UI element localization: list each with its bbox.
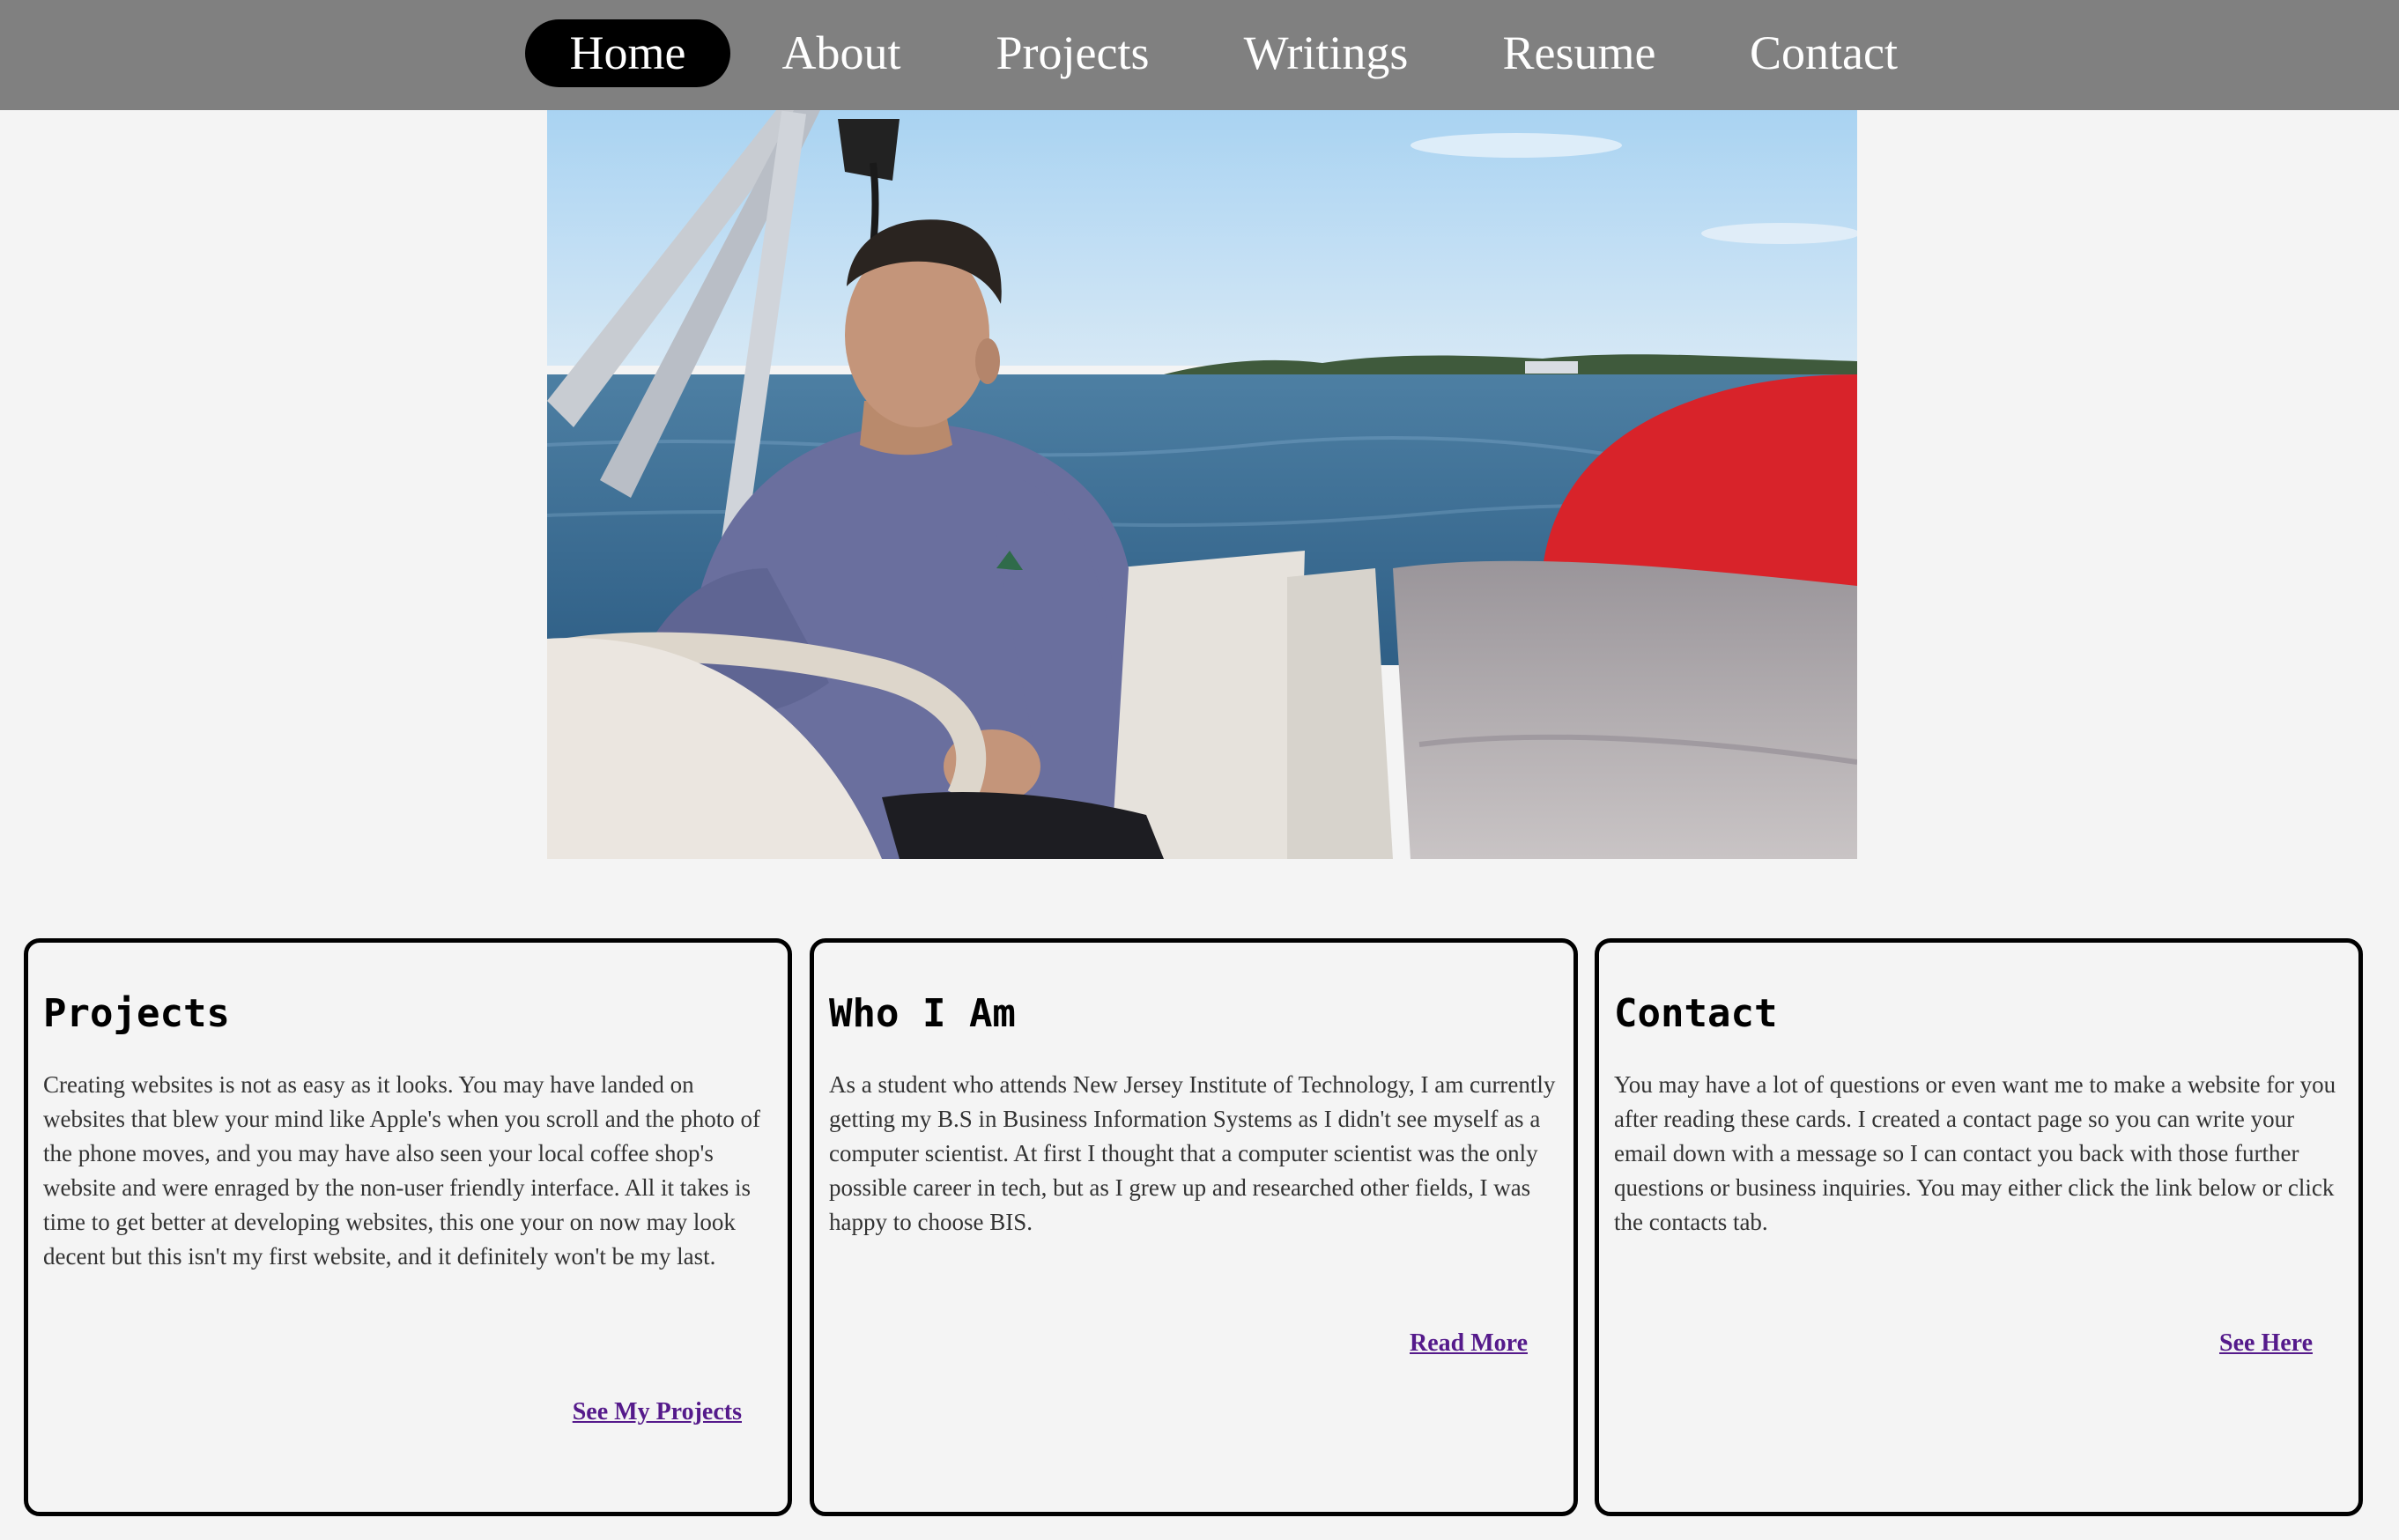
hero-photo-illustration: [547, 110, 1857, 859]
projects-card: Projects Creating websites is not as eas…: [24, 938, 792, 1516]
card-title: Who I Am: [829, 991, 1016, 1036]
see-my-projects-link[interactable]: See My Projects: [573, 1398, 742, 1426]
card-title: Contact: [1614, 991, 1778, 1036]
card-text: You may have a lot of questions or even …: [1614, 1071, 2336, 1235]
contact-card: Contact You may have a lot of questions …: [1595, 938, 2363, 1516]
nav-resume[interactable]: Resume: [1489, 19, 1670, 87]
card-text: As a student who attends New Jersey Inst…: [829, 1071, 1556, 1235]
hero-photo: [547, 110, 1857, 859]
card-text: Creating websites is not as easy as it l…: [43, 1071, 760, 1270]
nav-projects[interactable]: Projects: [982, 19, 1163, 87]
nav-home[interactable]: Home: [525, 19, 730, 87]
nav-contact[interactable]: Contact: [1740, 19, 1907, 87]
who-i-am-card: Who I Am As a student who attends New Je…: [810, 938, 1578, 1516]
nav-about[interactable]: About: [766, 19, 916, 87]
card-title: Projects: [43, 991, 230, 1036]
read-more-link[interactable]: Read More: [1410, 1329, 1528, 1358]
nav-writings[interactable]: Writings: [1233, 19, 1418, 87]
top-navbar: Home About Projects Writings Resume Cont…: [0, 0, 2399, 110]
see-here-link[interactable]: See Here: [2219, 1329, 2313, 1358]
